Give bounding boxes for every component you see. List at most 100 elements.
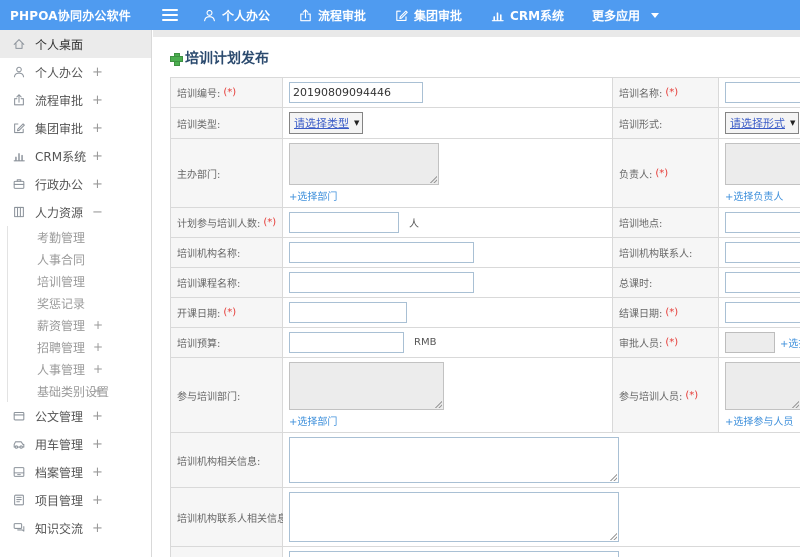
sidebar-subitem-label: 人事管理 (37, 362, 86, 377)
topnav-flow-approval[interactable]: 流程审批 (298, 7, 366, 24)
topnav-crm-system[interactable]: CRM系统 (490, 7, 564, 24)
select-value: 请选择形式 (730, 117, 785, 130)
training-no-input[interactable] (289, 82, 423, 103)
user-icon (13, 66, 25, 78)
sidebar-subitem-personnel-mgmt[interactable]: 人事管理 + (8, 358, 151, 380)
sidebar-subitem-hr-contract[interactable]: 人事合同 (8, 248, 151, 270)
leader-picker-box[interactable] (725, 143, 800, 185)
sidebar-subitem-recruit-mgmt[interactable]: 招聘管理 + (8, 336, 151, 358)
expander-plus-icon[interactable]: + (92, 150, 103, 163)
sidebar-item-label: 行政办公 (35, 177, 84, 192)
expander-plus-icon[interactable]: + (92, 66, 103, 79)
sidebar-item-crm-system[interactable]: CRM系统 + (0, 142, 151, 170)
resize-grip-icon (429, 175, 437, 183)
form-row: 培训课程名称: 总课时: (171, 268, 800, 298)
training-no-field-cell (283, 78, 613, 108)
sidebar-item-vehicle-mgmt[interactable]: 用车管理 + (0, 430, 151, 458)
top-nav: 个人办公 流程审批 集团审批 CRM系统 更多应用 (202, 7, 687, 24)
sidebar-item-label: 公文管理 (35, 409, 84, 424)
sidebar-item-group-approval[interactable]: 集团审批 + (0, 114, 151, 142)
org-contact-info-textarea[interactable] (289, 492, 619, 542)
doc-icon (13, 411, 25, 421)
leader-picker-link[interactable]: +选择负责人 (725, 188, 800, 203)
expander-plus-icon[interactable]: + (93, 363, 103, 375)
host-dept-picker-link[interactable]: +选择部门 (289, 188, 439, 203)
sidebar-subitem-attendance-mgmt[interactable]: 考勤管理 (8, 226, 151, 248)
select-value: 请选择类型 (294, 117, 349, 130)
sidebar-item-personal-desktop[interactable]: 个人桌面 (0, 30, 151, 58)
training-location-input[interactable] (725, 212, 800, 233)
sidebar-subitem-label: 人事合同 (37, 252, 86, 267)
archive-icon (13, 467, 25, 477)
sidebar-item-hr[interactable]: 人力资源 − (0, 198, 151, 226)
training-requirements-textarea[interactable] (289, 551, 619, 557)
form-row: 培训要求: (171, 547, 800, 557)
sidebar-subitem-base-category-settings[interactable]: 基础类别设置 + (8, 380, 151, 402)
training-type-select[interactable]: 请选择类型 ▼ (289, 112, 364, 134)
budget-field-cell: RMB (283, 328, 613, 358)
org-info-textarea[interactable] (289, 437, 619, 483)
sidebar-item-project-mgmt[interactable]: 项目管理 + (0, 486, 151, 514)
participating-depts-picker-link[interactable]: +选择部门 (289, 413, 444, 428)
sidebar-item-personal-office[interactable]: 个人办公 + (0, 58, 151, 86)
sidebar-subitem-salary-mgmt[interactable]: 薪资管理 + (8, 314, 151, 336)
sidebar-item-flow-approval[interactable]: 流程审批 + (0, 86, 151, 114)
user-icon (204, 9, 215, 21)
approvers-input[interactable] (725, 332, 775, 353)
course-name-input[interactable] (289, 272, 474, 293)
app-logo: PHPOA协同办公软件 (10, 8, 131, 23)
training-location-label: 培训地点: (613, 208, 719, 238)
participants-picker-link[interactable]: +选择参与人员 (725, 413, 800, 428)
sidebar-item-archive-mgmt[interactable]: 档案管理 + (0, 458, 151, 486)
expander-plus-icon[interactable]: + (92, 94, 103, 107)
sidebar-subitem-reward-record[interactable]: 奖惩记录 (8, 292, 151, 314)
expander-plus-icon[interactable]: + (93, 385, 103, 397)
sidebar-item-document-mgmt[interactable]: 公文管理 + (0, 402, 151, 430)
expander-plus-icon[interactable]: + (92, 466, 103, 479)
planned-participants-input[interactable] (289, 212, 399, 233)
expander-plus-icon[interactable]: + (92, 494, 103, 507)
form-row: 主办部门: +选择部门 负责人: (*) +选择负责人 (171, 139, 800, 208)
required-marker: (*) (685, 389, 699, 401)
leader-field-cell: +选择负责人 (719, 139, 800, 208)
sidebar-submenu-hr: 考勤管理 人事合同 培训管理 奖惩记录 薪资管理 + 招聘管理 + 人事管理 + 基础类别设置 + (7, 226, 151, 402)
training-name-input[interactable] (725, 82, 800, 103)
sidebar-subitem-label: 培训管理 (37, 274, 86, 289)
host-dept-picker-box[interactable] (289, 143, 439, 185)
menu-toggle-button[interactable] (162, 9, 178, 21)
topnav-group-approval[interactable]: 集团审批 (394, 7, 462, 24)
expander-plus-icon[interactable]: + (92, 122, 103, 135)
leader-label: 负责人: (*) (613, 139, 719, 208)
sidebar-subitem-training-mgmt[interactable]: 培训管理 (8, 270, 151, 292)
topnav-more-apps[interactable]: 更多应用 (592, 7, 660, 24)
resize-grip-icon (434, 400, 442, 408)
expander-plus-icon[interactable]: + (92, 410, 103, 423)
expander-plus-icon[interactable]: + (92, 522, 103, 535)
participants-picker-box[interactable] (725, 362, 800, 410)
start-date-input[interactable] (289, 302, 407, 323)
expander-minus-icon[interactable]: − (92, 206, 103, 219)
total-hours-input[interactable] (725, 272, 800, 293)
expander-plus-icon[interactable]: + (92, 178, 103, 191)
end-date-input[interactable] (725, 302, 800, 323)
training-form-select[interactable]: 请选择形式 ▼ (725, 112, 800, 134)
expander-plus-icon[interactable]: + (92, 438, 103, 451)
expander-plus-icon[interactable]: + (93, 341, 103, 353)
sidebar-item-knowledge-exchange[interactable]: 知识交流 + (0, 514, 151, 542)
total-hours-field-cell (719, 268, 800, 298)
topnav-label: 集团审批 (414, 8, 463, 23)
approvers-field-cell: +选择审批人员 (719, 328, 800, 358)
topnav-personal-office[interactable]: 个人办公 (202, 7, 270, 24)
expander-plus-icon[interactable]: + (93, 319, 103, 331)
org-contact-input[interactable] (725, 242, 800, 263)
form-row: 培训预算: RMB 审批人员:(*) +选择审批人员 (171, 328, 800, 358)
main-content: 培训计划发布 培训编号:(*) 培训名称:(*) 培训类型: 请选择类型 ▼ 培训形式: 请… (153, 30, 800, 557)
sidebar-item-admin-office[interactable]: 行政办公 + (0, 170, 151, 198)
participating-depts-picker-box[interactable] (289, 362, 444, 410)
chart-icon (13, 153, 25, 162)
org-name-input[interactable] (289, 242, 474, 263)
approvers-picker-link[interactable]: +选择审批人员 (780, 335, 800, 350)
course-name-field-cell (283, 268, 613, 298)
budget-input[interactable] (289, 332, 404, 353)
sidebar-subitem-label: 奖惩记录 (37, 296, 86, 311)
